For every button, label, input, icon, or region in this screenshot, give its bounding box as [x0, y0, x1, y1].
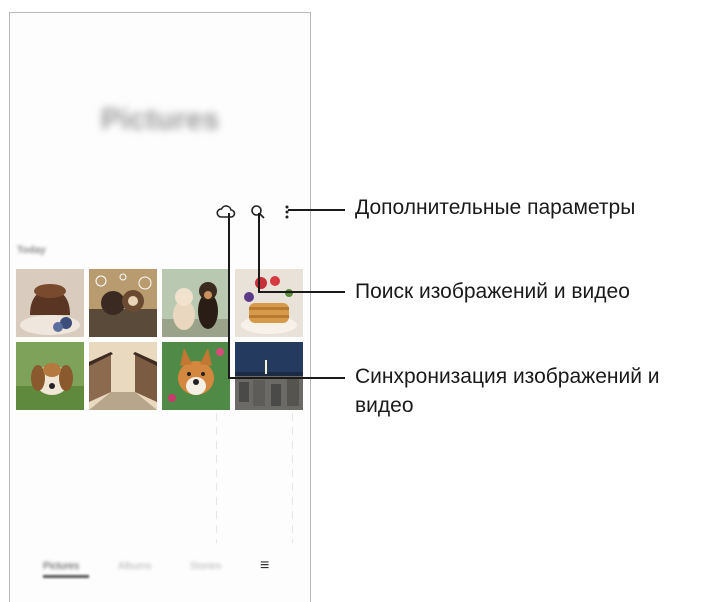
gallery-toolbar: [10, 201, 310, 225]
phone-screen: Pictures Today Pictures Albums Stories ≡: [9, 12, 311, 602]
callout-line-sync-horizontal: [228, 377, 345, 379]
photo-thumbnail-puppy-kitten[interactable]: [162, 269, 230, 337]
section-label-today: Today: [17, 245, 46, 256]
more-options-icon[interactable]: [276, 201, 298, 223]
callout-more-options: Дополнительные параметры: [355, 196, 636, 219]
cloud-icon[interactable]: [215, 201, 237, 223]
tab-stories[interactable]: Stories: [190, 561, 221, 572]
callout-line-search-vertical: [258, 213, 260, 293]
callout-search: Поиск изображений и видео: [355, 280, 630, 303]
scroll-placeholder: [292, 413, 293, 543]
photo-thumbnail-dogs-bubbles[interactable]: [89, 269, 157, 337]
photo-thumbnail-pancakes[interactable]: [235, 269, 303, 337]
hamburger-menu-icon[interactable]: ≡: [260, 557, 269, 575]
photo-thumbnail-beagle[interactable]: [16, 342, 84, 410]
bottom-navigation: Pictures Albums Stories ≡: [10, 557, 310, 585]
photo-thumbnail-village-street[interactable]: [89, 342, 157, 410]
scroll-placeholder: [216, 413, 217, 543]
page-title: Pictures: [100, 103, 220, 136]
tab-albums[interactable]: Albums: [118, 561, 151, 572]
callout-line-more-options: [288, 209, 345, 211]
photo-thumbnail-night-city[interactable]: [235, 342, 303, 410]
photo-thumbnail-corgi[interactable]: [162, 342, 230, 410]
callout-sync-line2: видео: [355, 394, 414, 417]
photo-thumbnail-cake[interactable]: [16, 269, 84, 337]
tab-pictures[interactable]: Pictures: [43, 561, 79, 572]
callout-line-sync-vertical: [228, 213, 230, 379]
callout-line-search-horizontal: [258, 291, 345, 293]
active-tab-indicator: [43, 575, 89, 578]
callout-sync-line1: Синхронизация изображений и: [355, 365, 660, 388]
